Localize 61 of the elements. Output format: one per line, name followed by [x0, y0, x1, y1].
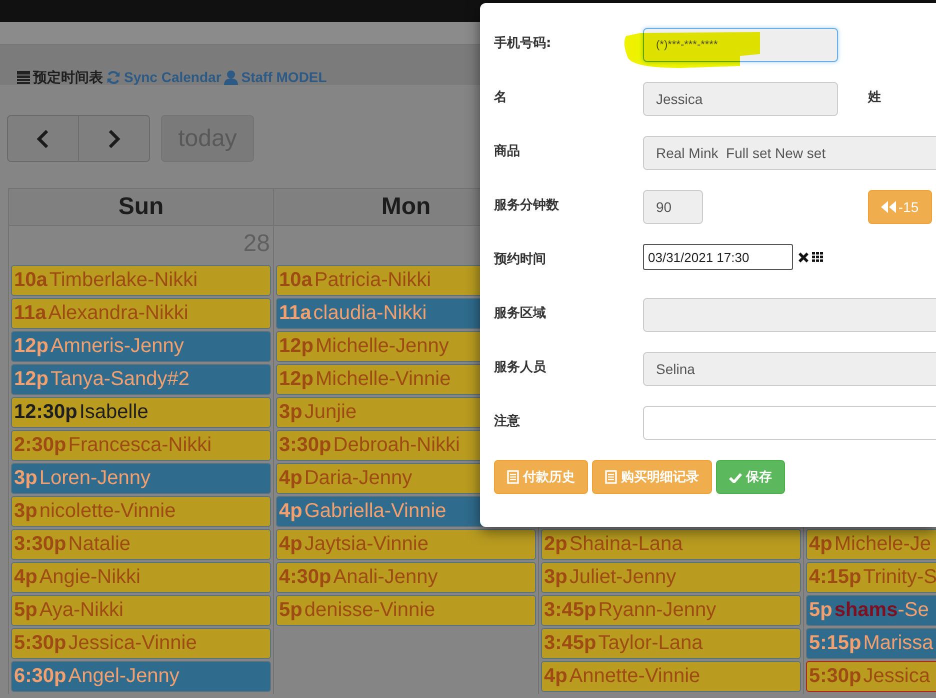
calendar-event[interactable]: 3:45pRyann-Jenny: [541, 595, 801, 626]
calendar-event[interactable]: 2:30pFrancesca-Nikki: [11, 430, 271, 461]
input-field[interactable]: Real Mink Full set New set: [643, 136, 936, 170]
toolbar-link[interactable]: Sync Calendar: [124, 69, 222, 85]
calendar-event[interactable]: 3pnicolette-Vinnie: [11, 496, 271, 527]
calendar-event[interactable]: 3pJuliet-Jenny: [541, 562, 801, 593]
calendar-event[interactable]: 12:30p Isabelle: [11, 397, 271, 428]
calendar-event[interactable]: 4:30pAnali-Jenny: [276, 562, 536, 593]
list-icon: [605, 470, 617, 484]
calendar-event[interactable]: 6:30pAngel-Jenny: [11, 661, 271, 692]
calendar-event[interactable]: 4pAnnette-Vinnie: [541, 661, 801, 692]
calendar-event[interactable]: 10aTimberlake-Nikki: [11, 265, 271, 296]
input-field[interactable]: Selina: [643, 352, 936, 386]
chevron-left-icon: [36, 128, 50, 148]
field-label: 注意: [494, 412, 521, 430]
toolbar-link[interactable]: Staff MODEL: [241, 69, 327, 85]
field-label: 商品: [494, 142, 521, 160]
field-label: 服务分钟数: [494, 197, 560, 214]
day-header: Mon: [381, 193, 431, 221]
check-icon: [729, 472, 742, 482]
save-button[interactable]: 保存: [716, 460, 785, 494]
next-button[interactable]: [78, 115, 150, 162]
page-title: 预定时间表: [33, 69, 103, 85]
calendar-event[interactable]: 4p Michele-Je: [806, 529, 936, 560]
input-field[interactable]: [643, 298, 936, 332]
input-field[interactable]: [643, 406, 936, 440]
day-header: Sun: [118, 193, 164, 221]
clear-icon[interactable]: [798, 252, 809, 262]
history-button[interactable]: 购买明细记录: [592, 460, 712, 494]
calendar-event[interactable]: 4:15pTrinity-S: [806, 562, 936, 593]
sync-icon: [106, 70, 121, 84]
date-time-field[interactable]: 03/31/2021 17:30: [643, 244, 793, 270]
prev-button[interactable]: [7, 115, 79, 162]
calendar-event[interactable]: 5pAya-Nikki: [11, 595, 271, 626]
calendar-event[interactable]: 5:30pJessica-Vinnie: [11, 628, 271, 659]
minus-button[interactable]: -15: [868, 190, 932, 224]
calendar-event[interactable]: 3:45pTaylor-Lana: [541, 628, 801, 659]
calendar-event[interactable]: 2pShaina-Lana: [541, 529, 801, 560]
calendar-event[interactable]: 5:30pJessica: [806, 661, 936, 692]
user-icon: [224, 70, 238, 84]
calendar-event[interactable]: 3:30pNatalie: [11, 529, 271, 560]
field-label: 姓: [868, 89, 881, 106]
field-label: 预约时间: [494, 251, 547, 268]
field-label: 名: [494, 89, 508, 106]
input-field[interactable]: Jessica: [643, 82, 838, 116]
history-button[interactable]: 付款历史: [494, 460, 588, 494]
rewind-icon: [881, 201, 896, 213]
grid-icon[interactable]: [812, 252, 823, 262]
calendar-event[interactable]: 5pshams-Se: [806, 595, 936, 626]
calendar-event[interactable]: 11aAlexandra-Nikki: [11, 298, 271, 329]
calendar-event[interactable]: 5:15pMarissa: [806, 628, 936, 659]
calendar-event[interactable]: 3p Loren-Jenny: [11, 463, 271, 494]
list-icon: [507, 470, 519, 484]
calendar-event[interactable]: 12pTanya-Sandy#2: [11, 364, 271, 395]
calendar-event[interactable]: 5pdenisse-Vinnie: [276, 595, 536, 626]
chevron-right-icon: [107, 128, 121, 148]
input-field[interactable]: 90: [643, 190, 703, 224]
calendar-event[interactable]: 4pAngie-Nikki: [11, 562, 271, 593]
calendar-event[interactable]: 4pJaytsia-Vinnie: [276, 529, 536, 560]
field-label: 手机号码:: [494, 34, 552, 52]
calendar-event[interactable]: 12pAmneris-Jenny: [11, 331, 271, 362]
